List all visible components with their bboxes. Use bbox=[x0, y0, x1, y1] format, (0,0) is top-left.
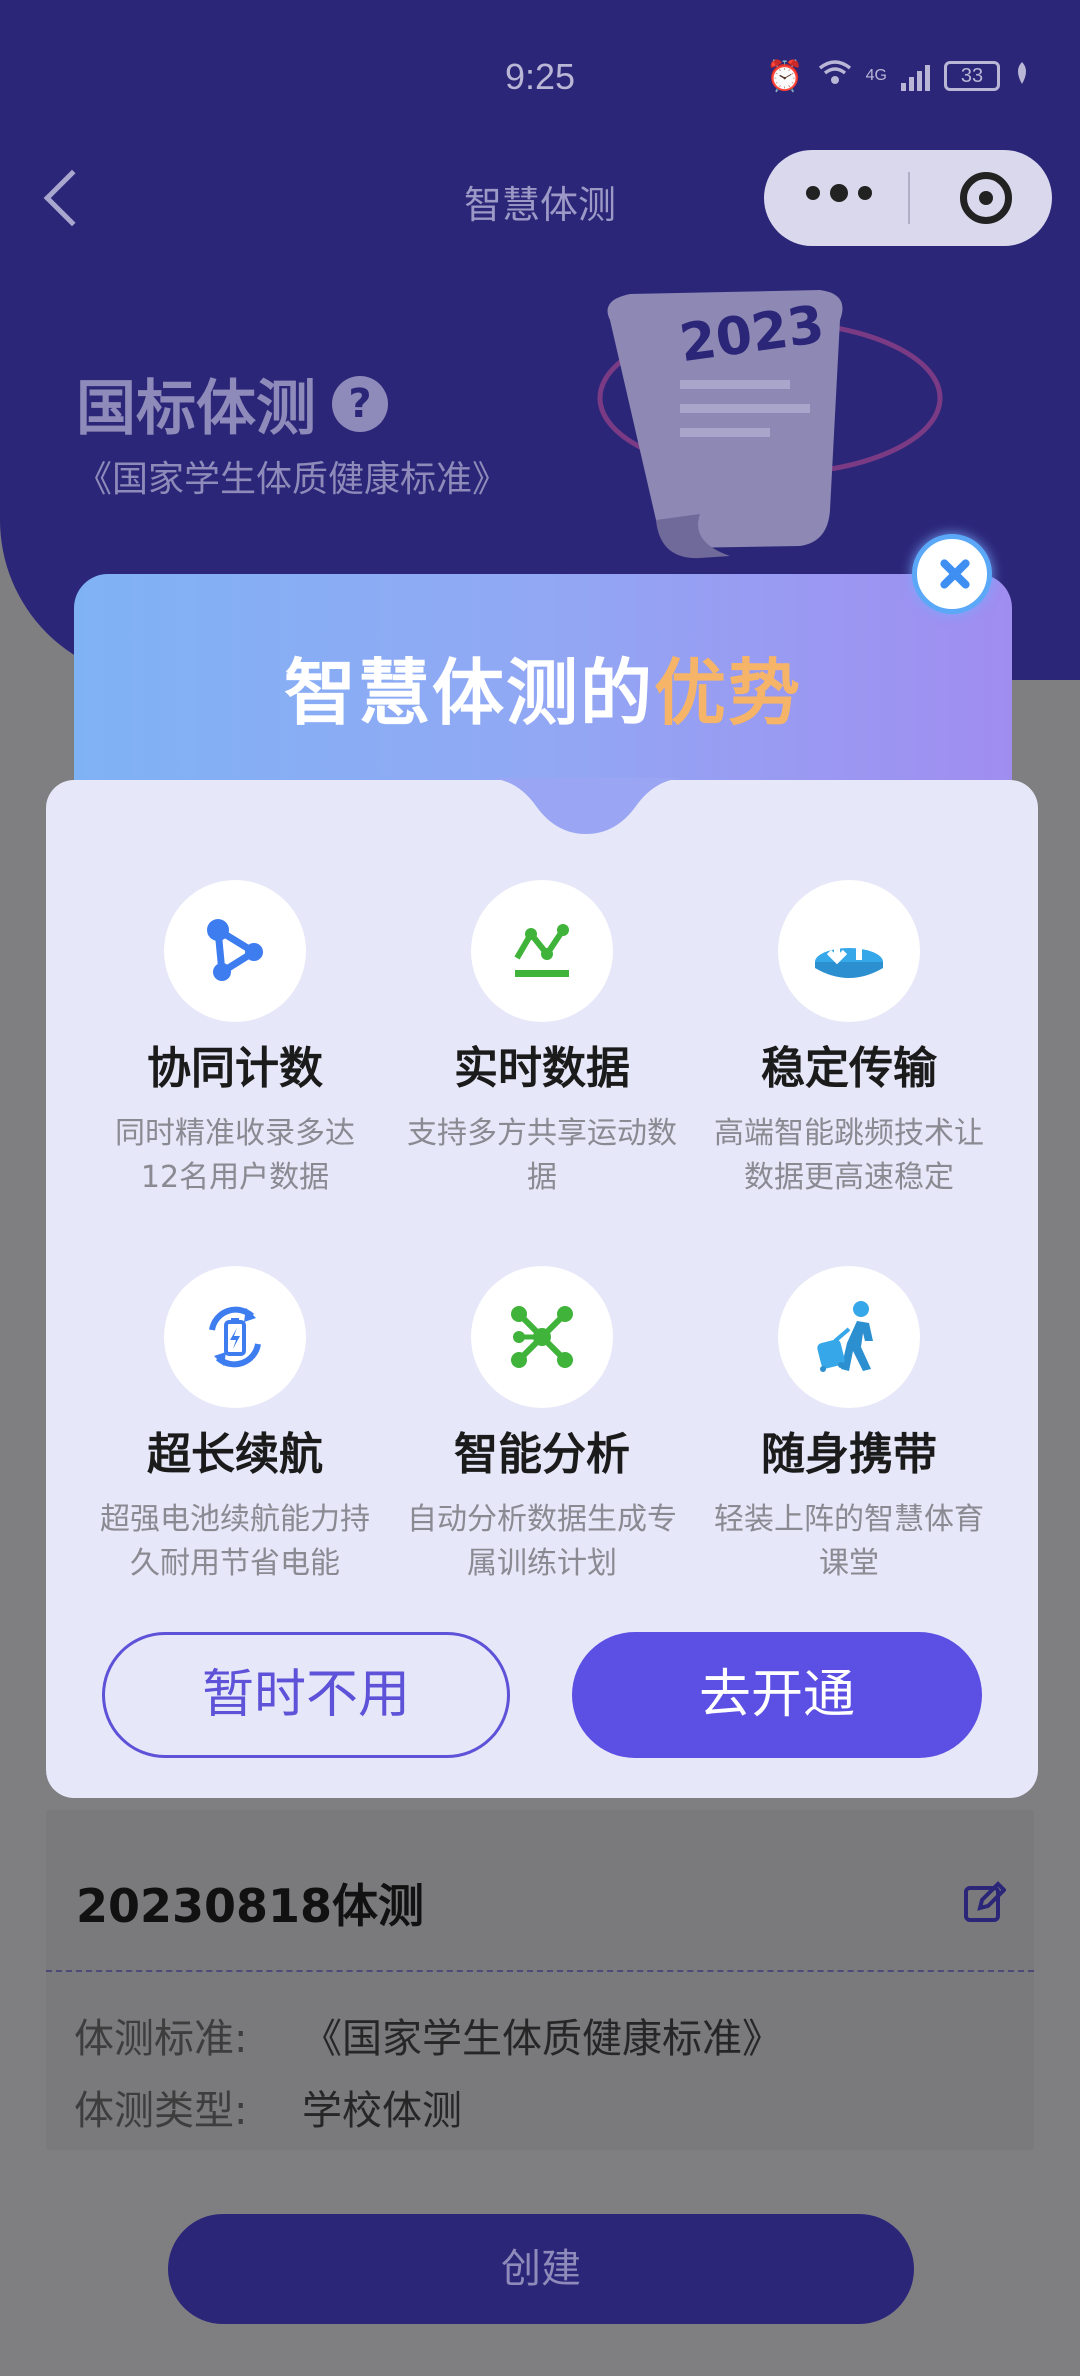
type-row: 体测类型: 学校体测 bbox=[74, 2078, 462, 2136]
standard-value: 《国家学生体质健康标准》 bbox=[302, 2016, 782, 2062]
modal-title-accent: 优势 bbox=[654, 651, 803, 735]
hero-subtitle: 《国家学生体质健康标准》 bbox=[76, 459, 509, 500]
feature-desc: 高端智能跳频技术让数据更高速稳定 bbox=[714, 1116, 984, 1195]
feature-item: 稳定传输 高端智能跳频技术让数据更高速稳定 bbox=[694, 880, 1004, 1200]
leaf-icon bbox=[1014, 59, 1030, 94]
feature-title: 超长续航 bbox=[147, 1429, 323, 1480]
feature-desc: 同时精准收录多达12名用户数据 bbox=[115, 1116, 355, 1195]
activate-button[interactable]: 去开通 bbox=[572, 1632, 982, 1758]
standard-label: 体测标准: bbox=[74, 2016, 248, 2062]
feature-title: 随身携带 bbox=[761, 1429, 937, 1480]
create-button[interactable]: 创建 bbox=[168, 2214, 914, 2324]
record-card[interactable]: 20230818体测 体测标准: 《国家学生体质健康标准》 体测类型: 学校体测 bbox=[46, 1810, 1034, 2150]
capsule-divider bbox=[908, 172, 910, 224]
feature-title: 稳定传输 bbox=[761, 1043, 937, 1094]
feature-desc: 支持多方共享运动数据 bbox=[407, 1116, 677, 1195]
modal-title: 智慧体测的优势 bbox=[74, 634, 1012, 739]
status-icons: ⏰ 4G 33 bbox=[766, 58, 1030, 94]
modal-title-main: 智慧体测的 bbox=[283, 651, 654, 735]
hero-title-text: 国标体测 bbox=[76, 374, 316, 444]
report-illustration: 2023 bbox=[560, 280, 980, 584]
feature-item: 智能分析 自动分析数据生成专属训练计划 bbox=[387, 1266, 697, 1586]
modal-notch bbox=[486, 778, 686, 834]
dashed-divider bbox=[46, 1970, 1034, 1972]
status-bar: 9:25 ⏰ 4G 33 bbox=[0, 0, 1080, 150]
chart-line-icon bbox=[471, 880, 613, 1022]
modal-body: 协同计数 同时精准收录多达12名用户数据 实时数据 支持多方共享运动数据 稳定传… bbox=[46, 778, 1038, 1798]
nav-bar: 智慧体测 bbox=[0, 150, 1080, 250]
signal-icon bbox=[901, 61, 930, 91]
feature-title: 实时数据 bbox=[454, 1043, 630, 1094]
more-icon[interactable] bbox=[806, 184, 872, 202]
alarm-icon: ⏰ bbox=[766, 58, 804, 94]
wifi-icon bbox=[818, 58, 852, 94]
feature-item: 实时数据 支持多方共享运动数据 bbox=[387, 880, 697, 1200]
mini-program-capsule bbox=[764, 150, 1052, 246]
battery-icon bbox=[164, 1266, 306, 1408]
feature-item: 随身携带 轻装上阵的智慧体育课堂 bbox=[694, 1266, 1004, 1586]
feature-item: 超长续航 超强电池续航能力持久耐用节省电能 bbox=[80, 1266, 390, 1586]
feature-title: 协同计数 bbox=[147, 1043, 323, 1094]
close-icon[interactable] bbox=[912, 534, 992, 614]
edit-icon[interactable] bbox=[962, 1880, 1007, 1928]
network-type: 4G bbox=[865, 67, 887, 84]
not-now-button[interactable]: 暂时不用 bbox=[102, 1632, 510, 1758]
close-miniprogram-icon[interactable] bbox=[960, 172, 1012, 224]
feature-item: 协同计数 同时精准收录多达12名用户数据 bbox=[80, 880, 390, 1200]
traveler-icon bbox=[778, 1266, 920, 1408]
feature-desc: 自动分析数据生成专属训练计划 bbox=[407, 1502, 677, 1581]
share-icon bbox=[164, 880, 306, 1022]
help-icon[interactable]: ? bbox=[332, 375, 388, 432]
standard-row: 体测标准: 《国家学生体质健康标准》 bbox=[74, 2006, 782, 2064]
type-value: 学校体测 bbox=[302, 2088, 462, 2134]
battery-icon: 33 bbox=[944, 61, 1000, 91]
feature-desc: 轻装上阵的智慧体育课堂 bbox=[714, 1502, 984, 1581]
feature-desc: 超强电池续航能力持久耐用节省电能 bbox=[100, 1502, 370, 1581]
type-label: 体测类型: bbox=[74, 2088, 248, 2134]
hero-title: 国标体测 ? bbox=[76, 360, 388, 447]
transfer-icon bbox=[778, 880, 920, 1022]
record-title: 20230818体测 bbox=[76, 1879, 425, 1933]
network-icon bbox=[471, 1266, 613, 1408]
feature-title: 智能分析 bbox=[454, 1429, 630, 1480]
